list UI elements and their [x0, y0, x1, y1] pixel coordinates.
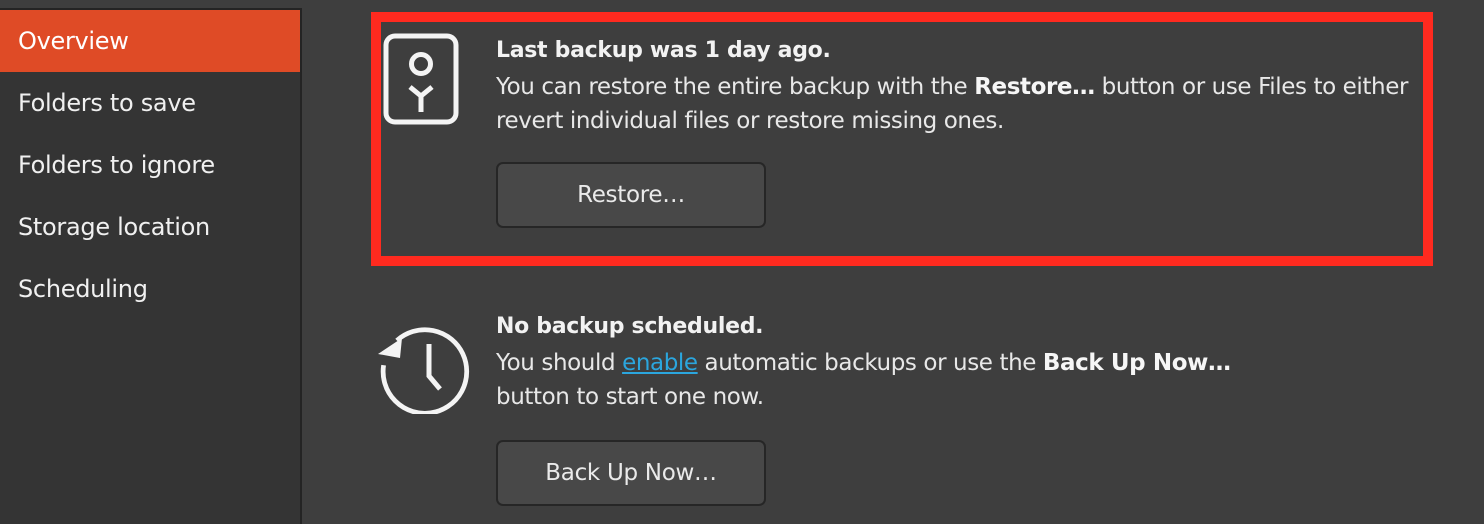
schedule-description-text-2: automatic backups or use the	[697, 350, 1043, 376]
deja-dup-overview-window: Overview Folders to save Folders to igno…	[0, 0, 1484, 524]
schedule-description-text: You should	[496, 350, 623, 376]
safe-restore-icon	[380, 30, 464, 130]
schedule-description-bold: Back Up Now…	[1042, 350, 1231, 376]
sidebar-item-storage-location[interactable]: Storage location	[0, 196, 300, 258]
schedule-description: You should enable automatic backups or u…	[496, 346, 1412, 414]
last-backup-heading: Last backup was 1 day ago.	[496, 38, 831, 63]
restore-description-text: You can restore the entire backup with t…	[496, 74, 975, 100]
schedule-text-column: No backup scheduled. You should enable a…	[496, 312, 1412, 506]
restore-description-bold: Restore…	[974, 74, 1095, 100]
sidebar-item-folders-to-ignore[interactable]: Folders to ignore	[0, 134, 300, 196]
schedule-section: No backup scheduled. You should enable a…	[372, 300, 1432, 524]
sidebar-item-scheduling[interactable]: Scheduling	[0, 258, 300, 320]
sidebar-item-overview[interactable]: Overview	[0, 10, 300, 72]
restore-text-column: Last backup was 1 day ago. You can resto…	[496, 36, 1412, 228]
back-up-now-button[interactable]: Back Up Now…	[496, 440, 766, 506]
schedule-description-text-3: button to start one now.	[496, 384, 764, 410]
restore-description: You can restore the entire backup with t…	[496, 70, 1412, 138]
restore-button[interactable]: Restore…	[496, 162, 766, 228]
history-clock-icon	[374, 314, 470, 416]
no-backup-scheduled-heading: No backup scheduled.	[496, 314, 764, 339]
sidebar: Overview Folders to save Folders to igno…	[0, 8, 302, 524]
enable-link[interactable]: enable	[622, 350, 698, 376]
restore-section: Last backup was 1 day ago. You can resto…	[372, 12, 1432, 266]
sidebar-item-folders-to-save[interactable]: Folders to save	[0, 72, 300, 134]
